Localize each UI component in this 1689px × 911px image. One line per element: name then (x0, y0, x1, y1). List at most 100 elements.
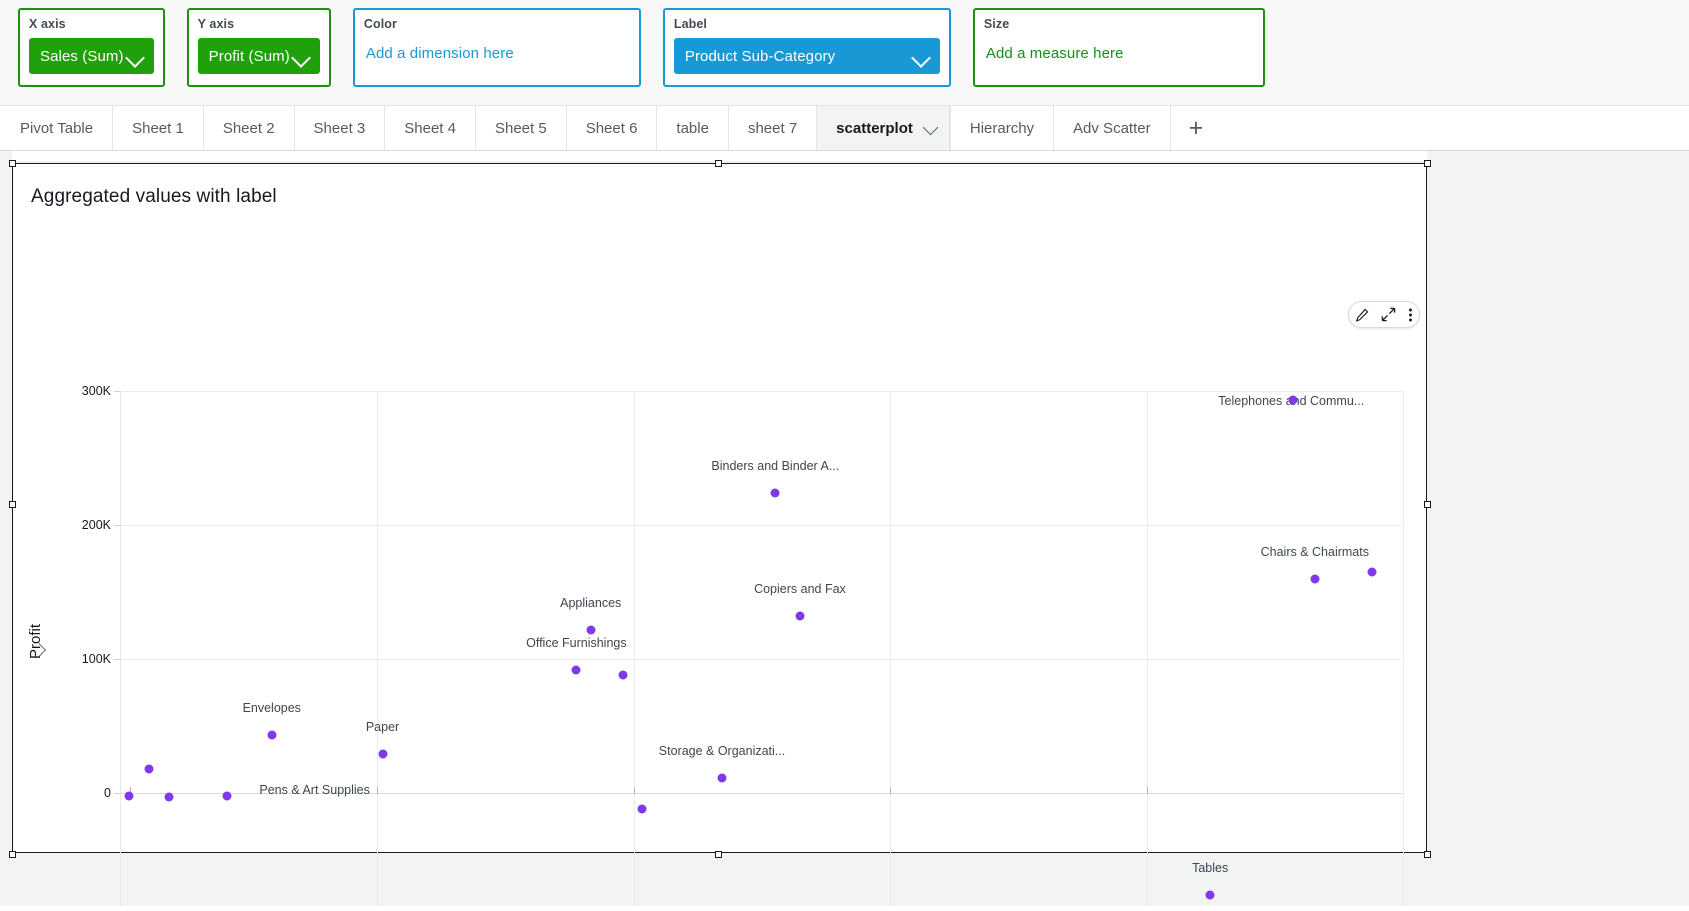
add-sheet-button[interactable]: + (1170, 106, 1222, 150)
resize-handle-top-right[interactable] (1424, 160, 1431, 167)
data-point[interactable] (267, 731, 276, 740)
sheet-tab-sheet-4[interactable]: Sheet 4 (384, 106, 475, 150)
resize-handle-bottom-left[interactable] (9, 851, 16, 858)
data-point[interactable] (586, 625, 595, 634)
field-pill-label: Sales (Sum) (40, 48, 124, 65)
field-well-title: X axis (29, 17, 154, 31)
sheet-tab-label: sheet 7 (748, 120, 797, 137)
field-pill-label: Product Sub-Category (685, 48, 835, 65)
field-well-placeholder[interactable]: Add a dimension here (364, 38, 630, 69)
sheet-tab-label: Hierarchy (970, 120, 1034, 137)
data-point-label: Paper (366, 720, 399, 734)
x-axis-tick-mark (890, 787, 891, 794)
data-point-label: Storage & Organizati... (659, 744, 785, 758)
field-well-label[interactable]: LabelProduct Sub-Category (663, 8, 951, 87)
data-point[interactable] (771, 488, 780, 497)
field-well-title: Size (984, 17, 1254, 31)
grid-line-horizontal (121, 659, 1402, 660)
field-pill-label: Profit (Sum) (209, 48, 290, 65)
data-point[interactable] (572, 665, 581, 674)
sheet-tab-label: scatterplot (836, 120, 913, 137)
chevron-down-icon[interactable] (290, 45, 312, 67)
data-point[interactable] (378, 750, 387, 759)
data-point-label: Appliances (560, 596, 621, 610)
grid-line-vertical (890, 391, 891, 906)
field-well-y-axis[interactable]: Y axis Profit (Sum) (187, 8, 331, 87)
sheet-tab-hierarchy[interactable]: Hierarchy (950, 106, 1053, 150)
chevron-down-icon[interactable] (124, 45, 146, 67)
data-point[interactable] (222, 791, 231, 800)
data-point[interactable] (125, 791, 134, 800)
data-point[interactable] (144, 764, 153, 773)
sheet-tab-label: Sheet 4 (404, 120, 456, 137)
resize-handle-middle-right[interactable] (1424, 501, 1431, 508)
sheet-tab-sheet-5[interactable]: Sheet 5 (475, 106, 566, 150)
sheet-tab-bar: Pivot Table Sheet 1Sheet 2 Sheet 3 Sheet 4 S… (0, 105, 1689, 151)
resize-handle-middle-left[interactable] (9, 501, 16, 508)
sheet-tab-sheet-6[interactable]: Sheet 6 (566, 106, 657, 150)
sheet-tab-sheet-2[interactable]: Sheet 2 (203, 106, 294, 150)
x-axis-tick-mark (634, 787, 635, 794)
grid-line-horizontal (121, 525, 1402, 526)
data-point[interactable] (1368, 567, 1377, 576)
resize-handle-bottom-right[interactable] (1424, 851, 1431, 858)
y-axis-tick-label: 200K (82, 518, 111, 532)
sheet-tab-label: Sheet 3 (314, 120, 366, 137)
sheet-tab-label: Adv Scatter (1073, 120, 1151, 137)
data-point-label: Binders and Binder A... (711, 459, 839, 473)
sheet-tab-sheet-7[interactable]: sheet 7 (728, 106, 816, 150)
data-point[interactable] (1289, 396, 1298, 405)
data-point-label: Chairs & Chairmats (1261, 545, 1369, 559)
field-pill-label[interactable]: Product Sub-Category (674, 38, 940, 74)
field-well-placeholder[interactable]: Add a measure here (984, 38, 1254, 69)
y-axis-title[interactable]: Profit (27, 624, 44, 659)
field-well-title: Y axis (198, 17, 320, 31)
grid-line-vertical (1403, 391, 1404, 906)
data-point-label: Office Furnishings (526, 636, 627, 650)
sheet-tab-sheet-3[interactable]: Sheet 3 (294, 106, 385, 150)
y-axis-tick-mark (114, 525, 121, 526)
x-axis-tick-mark (377, 787, 378, 794)
visual-toolbar[interactable] (1348, 301, 1420, 328)
field-well-title: Color (364, 17, 630, 31)
y-axis-tick-mark (114, 793, 121, 794)
sheet-canvas: Aggregated values with label -100K0100K2… (0, 151, 1689, 906)
field-well-size[interactable]: Size Add a measure here (973, 8, 1265, 87)
kebab-menu-icon[interactable] (1408, 307, 1413, 323)
data-point[interactable] (718, 774, 727, 783)
field-wells-bar: X axis Sales (Sum) Y axis Profit (Sum) Color… (0, 0, 1689, 105)
resize-handle-top-middle[interactable] (715, 160, 722, 167)
data-point[interactable] (795, 612, 804, 621)
sheet-tab-pivot-table[interactable]: Pivot Table (2, 106, 112, 150)
resize-handle-bottom-middle[interactable] (715, 851, 722, 858)
data-point[interactable] (1310, 574, 1319, 583)
sheet-tab-adv-scatter[interactable]: Adv Scatter (1053, 106, 1170, 150)
sheet-tab-table[interactable]: table (656, 106, 728, 150)
field-well-color[interactable]: Color Add a dimension here (353, 8, 641, 87)
field-pill-y-axis[interactable]: Profit (Sum) (198, 38, 320, 74)
plot-area[interactable]: -100K0100K200K300K00.25M0.5M0.75M1M1.25M… (120, 391, 1402, 906)
resize-handle-top-left[interactable] (9, 160, 16, 167)
grid-line-vertical (634, 391, 635, 906)
chevron-down-icon[interactable] (921, 118, 941, 138)
field-pill-x-axis[interactable]: Sales (Sum) (29, 38, 154, 74)
pencil-icon[interactable] (1355, 308, 1369, 322)
sheet-tab-label: Pivot Table (20, 120, 93, 137)
y-axis-tick-mark (114, 391, 121, 392)
scatterplot-visual[interactable]: Aggregated values with label -100K0100K2… (12, 163, 1427, 853)
sheet-tab-sheet-1[interactable]: Sheet 1 (112, 106, 203, 150)
grid-line-horizontal (121, 391, 1402, 392)
data-point[interactable] (638, 805, 647, 814)
field-well-x-axis[interactable]: X axis Sales (Sum) (18, 8, 165, 87)
expand-arrow-icon[interactable] (1381, 307, 1396, 322)
data-point[interactable] (165, 793, 174, 802)
sheet-tab-scatterplot[interactable]: scatterplot (816, 106, 950, 150)
grid-line-vertical (377, 391, 378, 906)
data-point[interactable] (1206, 890, 1215, 899)
x-axis-tick-mark (1147, 787, 1148, 794)
grid-line-vertical (1147, 391, 1148, 906)
data-point[interactable] (618, 671, 627, 680)
data-point-label: Copiers and Fax (754, 582, 846, 596)
data-point-label: Envelopes (243, 701, 301, 715)
chevron-down-icon[interactable] (910, 45, 932, 67)
